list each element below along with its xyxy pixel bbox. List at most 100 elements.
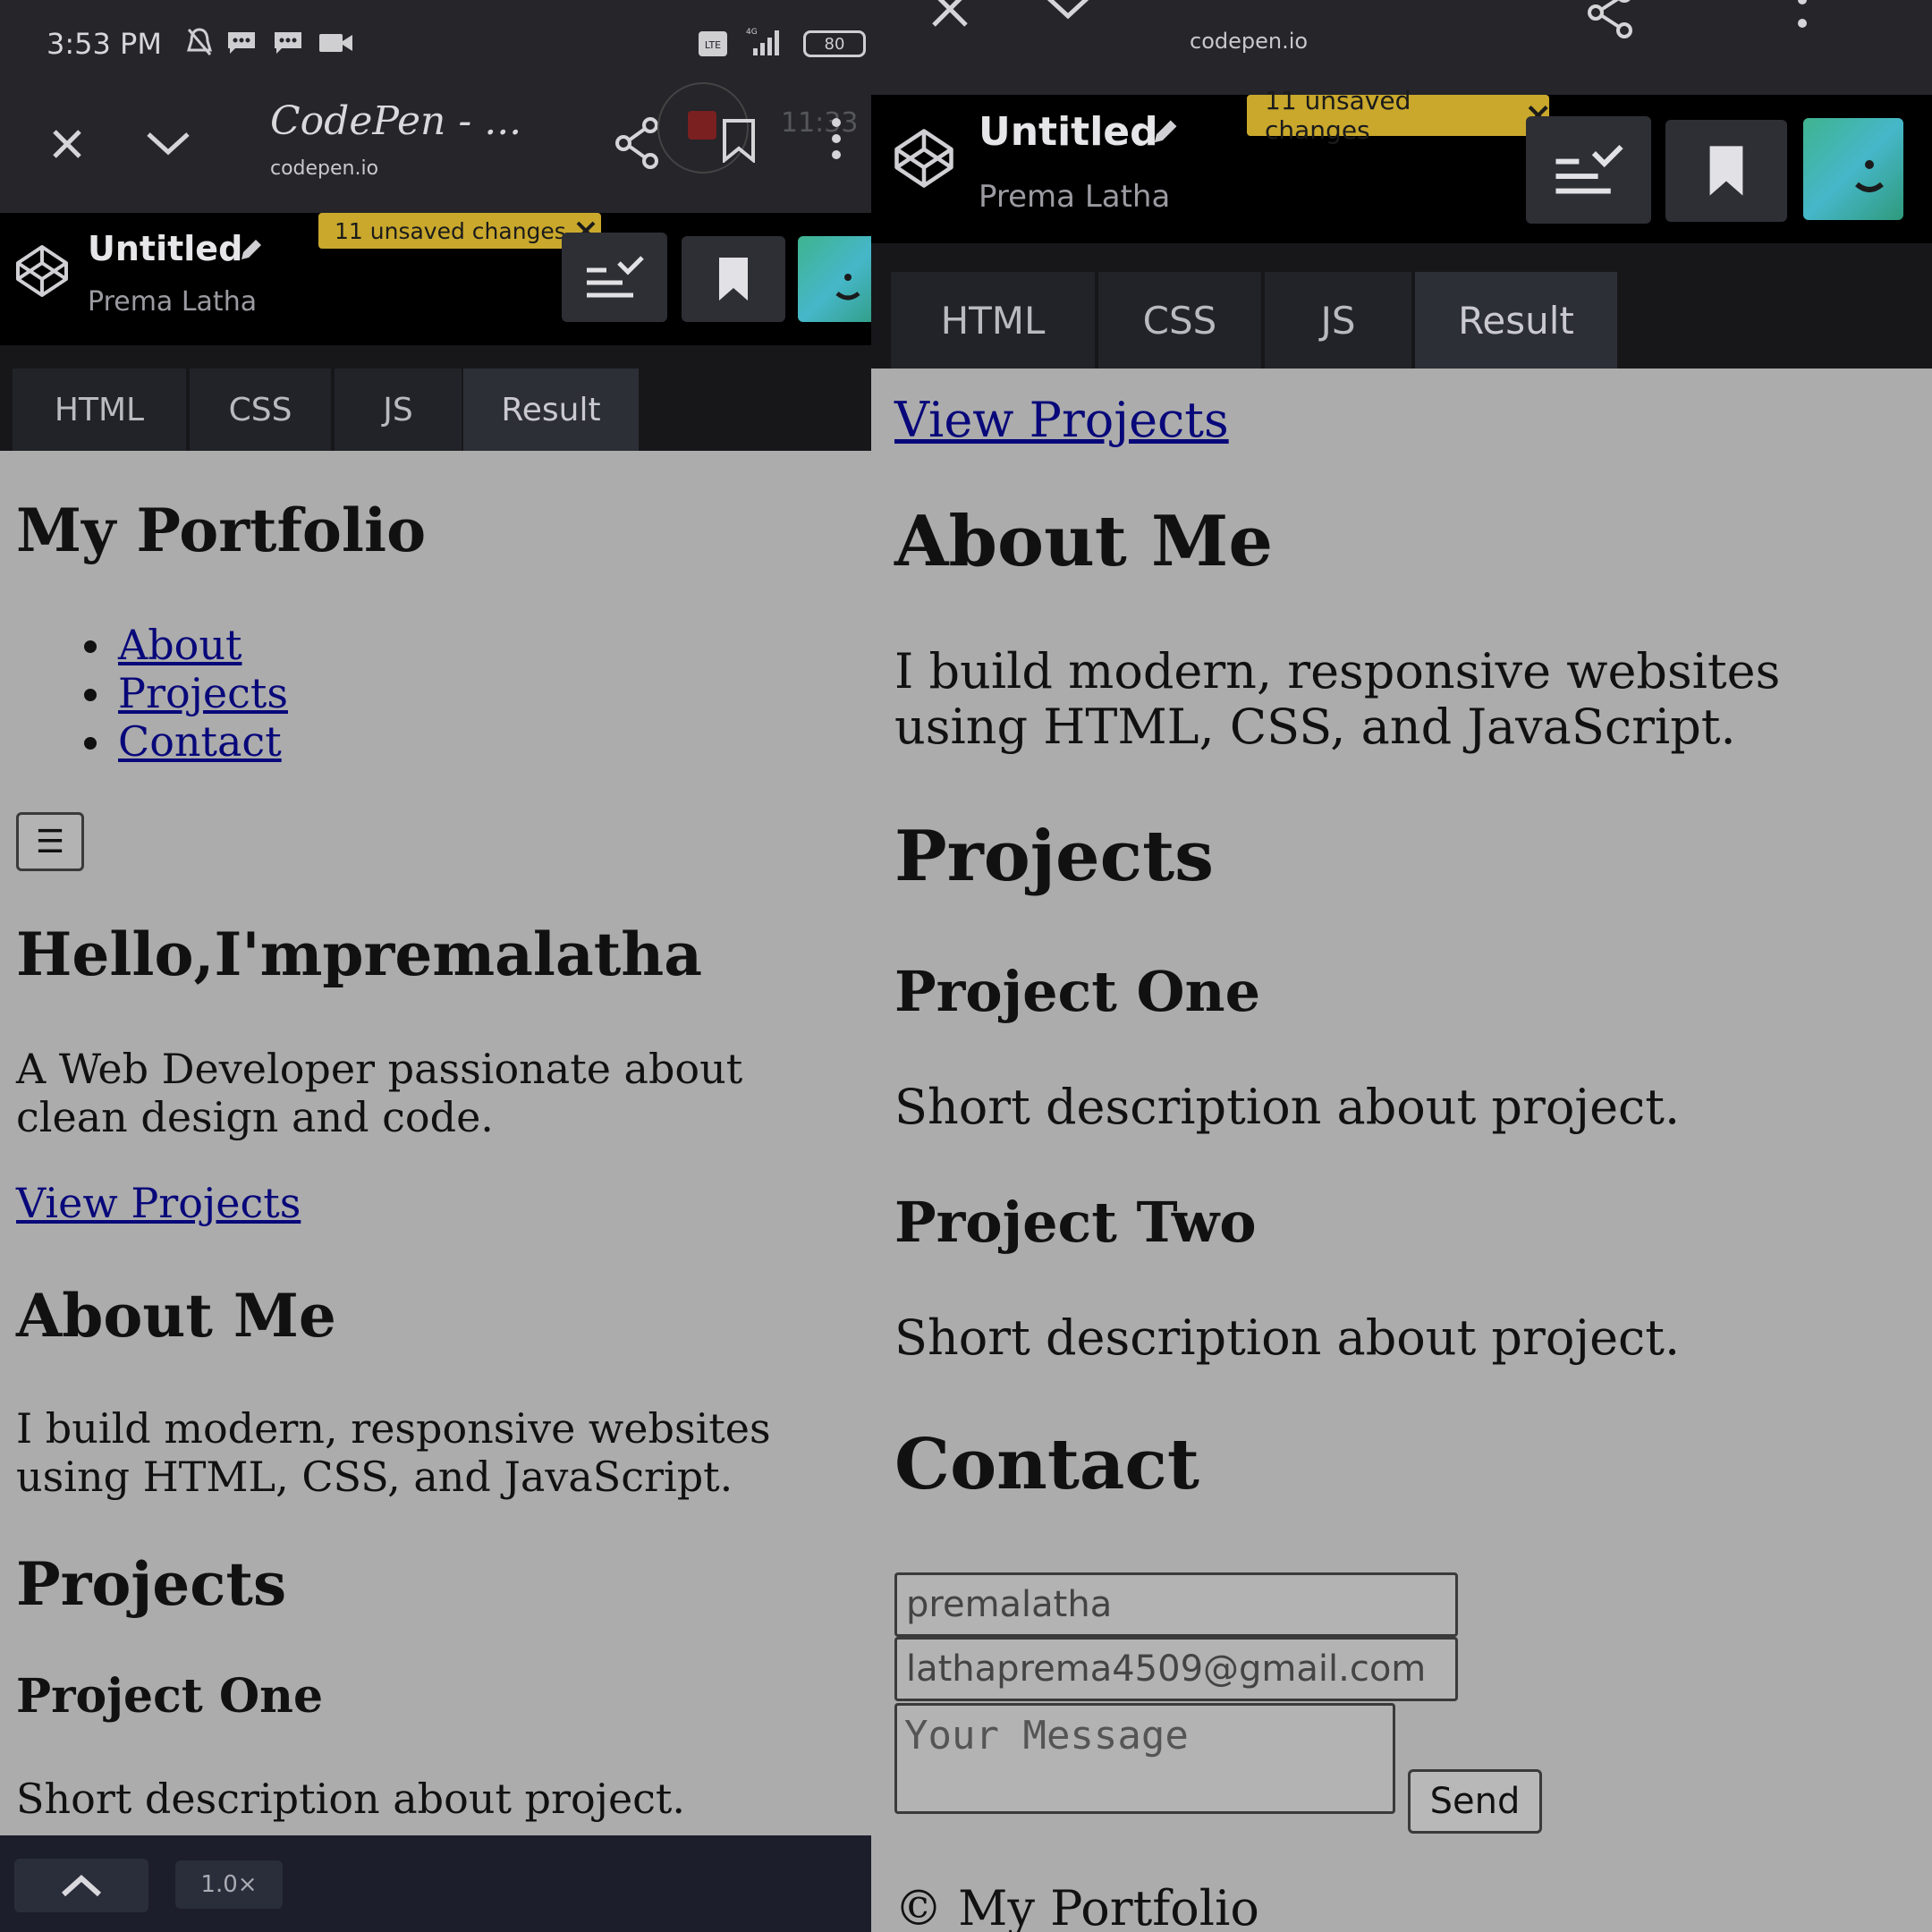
scroll-top-button[interactable] xyxy=(14,1859,148,1912)
tab-css[interactable]: CSS xyxy=(1098,272,1261,369)
view-projects-link[interactable]: View Projects xyxy=(16,1179,301,1227)
message-textarea[interactable]: Your Message xyxy=(894,1703,1395,1814)
close-icon[interactable] xyxy=(45,122,89,166)
nav-list: About Projects Contact xyxy=(16,621,553,766)
overlay-time: 11:33 xyxy=(781,107,859,139)
layout-list-icon xyxy=(1555,144,1623,194)
pen-author[interactable]: Prema Latha xyxy=(979,179,1170,215)
nav-item-about: About xyxy=(16,621,553,669)
save-bookmark-button[interactable] xyxy=(682,236,785,322)
more-vertical-icon[interactable] xyxy=(830,116,843,165)
tab-html[interactable]: HTML xyxy=(13,369,186,451)
bottom-bar: 1.0× xyxy=(0,1835,871,1932)
about-heading: About Me xyxy=(894,501,1273,582)
nav-item-projects: Projects xyxy=(16,669,553,717)
result-preview: My Portfolio About Projects Contact ☰ He… xyxy=(0,451,871,1835)
status-bar: 3:53 PM LTE 4G 80 xyxy=(0,0,871,89)
send-button[interactable]: Send xyxy=(1408,1769,1542,1834)
browser-domain: codepen.io xyxy=(1190,29,1309,54)
share-icon[interactable] xyxy=(613,116,661,174)
browser-domain: codepen.io xyxy=(270,157,379,180)
menu-toggle-button[interactable]: ☰ xyxy=(16,812,84,871)
unsaved-changes-badge[interactable]: 11 unsaved changes xyxy=(318,213,601,249)
browser-toolbar: CodePen - ... codepen.io 11:33 xyxy=(0,82,871,213)
bell-off-icon xyxy=(186,27,213,62)
save-bookmark-button[interactable] xyxy=(1665,120,1787,222)
left-screenshot: 3:53 PM LTE 4G 80 CodePen - ... codepen.… xyxy=(0,0,871,1932)
chevron-down-icon[interactable] xyxy=(143,125,193,161)
record-stop-icon xyxy=(688,111,716,140)
user-avatar[interactable] xyxy=(1803,118,1903,220)
tab-js[interactable]: JS xyxy=(1265,272,1411,369)
more-vertical-icon[interactable] xyxy=(1796,0,1809,40)
nav-link-projects[interactable]: Projects xyxy=(118,669,288,717)
chevron-down-icon[interactable] xyxy=(1041,0,1095,28)
project-title: Project One xyxy=(894,959,1261,1024)
codepen-logo-icon[interactable] xyxy=(893,127,955,194)
view-options-button[interactable] xyxy=(1526,116,1651,224)
browser-toolbar: codepen.io xyxy=(871,0,1932,95)
close-icon[interactable] xyxy=(930,0,970,33)
project-description: Short description about project. xyxy=(16,1775,686,1823)
right-screenshot: codepen.io Untitled Prema Latha 11 unsav… xyxy=(871,0,1932,1932)
edit-pencil-icon[interactable] xyxy=(236,236,265,269)
nav-link-about[interactable]: About xyxy=(118,621,242,669)
bullet xyxy=(84,689,97,701)
message-icon-2 xyxy=(273,30,303,60)
email-input[interactable]: lathaprema4509@gmail.com xyxy=(894,1637,1458,1701)
project-title: Project Two xyxy=(894,1190,1257,1255)
volte-icon: LTE xyxy=(698,30,730,62)
video-icon xyxy=(318,32,354,58)
tab-html[interactable]: HTML xyxy=(891,272,1095,369)
projects-heading: Projects xyxy=(16,1549,287,1619)
view-projects-link[interactable]: View Projects xyxy=(894,392,1229,448)
name-input[interactable]: premalatha xyxy=(894,1572,1458,1637)
pen-title[interactable]: Untitled xyxy=(88,229,242,268)
codepen-header: Untitled Prema Latha 11 unsaved changes xyxy=(0,213,871,345)
codepen-header: Untitled Prema Latha 11 unsaved changes xyxy=(871,86,1932,243)
layout-list-icon xyxy=(587,256,644,298)
message-icon xyxy=(226,30,257,60)
project-title: Project One xyxy=(16,1669,324,1724)
unsaved-changes-badge[interactable]: 11 unsaved changes xyxy=(1247,86,1549,145)
unsaved-changes-text: 11 unsaved changes xyxy=(335,217,566,244)
hero-title: Hello,I'mpremalatha xyxy=(16,919,702,989)
contact-heading: Contact xyxy=(894,1424,1199,1505)
bookmark-filled-icon xyxy=(1709,146,1743,196)
project-description: Short description about project. xyxy=(894,1309,1681,1366)
svg-text:LTE: LTE xyxy=(705,39,721,51)
user-avatar[interactable] xyxy=(798,236,871,322)
status-time: 3:53 PM xyxy=(47,27,162,61)
pen-title[interactable]: Untitled xyxy=(979,109,1158,155)
view-options-button[interactable] xyxy=(562,233,667,322)
result-preview: View Projects About Me I build modern, r… xyxy=(871,369,1932,1932)
tab-result[interactable]: Result xyxy=(463,369,639,451)
edit-pencil-icon[interactable] xyxy=(1148,116,1181,153)
footer-text: © My Portfolio xyxy=(894,1880,1259,1932)
bookmark-filled-icon xyxy=(719,258,748,301)
codepen-logo-icon[interactable] xyxy=(14,243,70,303)
svg-text:4G: 4G xyxy=(746,28,758,37)
about-text: I build modern, responsive websites usin… xyxy=(16,1404,771,1501)
tab-js[interactable]: JS xyxy=(335,369,462,451)
page-heading: My Portfolio xyxy=(16,496,427,565)
browser-page-title: CodePen - ... xyxy=(270,98,522,144)
chevron-up-icon xyxy=(61,1874,102,1897)
zoom-level[interactable]: 1.0× xyxy=(175,1860,283,1909)
signal-icon: 4G xyxy=(741,25,785,62)
editor-tabs: HTML CSS JS Result xyxy=(0,345,871,451)
bullet xyxy=(84,737,97,750)
bookmark-icon[interactable] xyxy=(721,118,757,167)
project-description: Short description about project. xyxy=(894,1079,1681,1135)
bullet xyxy=(84,640,97,653)
tab-css[interactable]: CSS xyxy=(190,369,331,451)
nav-item-contact: Contact xyxy=(16,717,553,766)
about-heading: About Me xyxy=(16,1281,336,1351)
about-text: I build modern, responsive websites usin… xyxy=(894,643,1781,755)
tab-result[interactable]: Result xyxy=(1415,272,1617,369)
editor-tabs: HTML CSS JS Result xyxy=(871,243,1932,369)
unsaved-changes-text: 11 unsaved changes xyxy=(1265,86,1411,145)
pen-author[interactable]: Prema Latha xyxy=(88,286,257,318)
share-icon[interactable] xyxy=(1583,0,1637,47)
nav-link-contact[interactable]: Contact xyxy=(118,717,282,766)
